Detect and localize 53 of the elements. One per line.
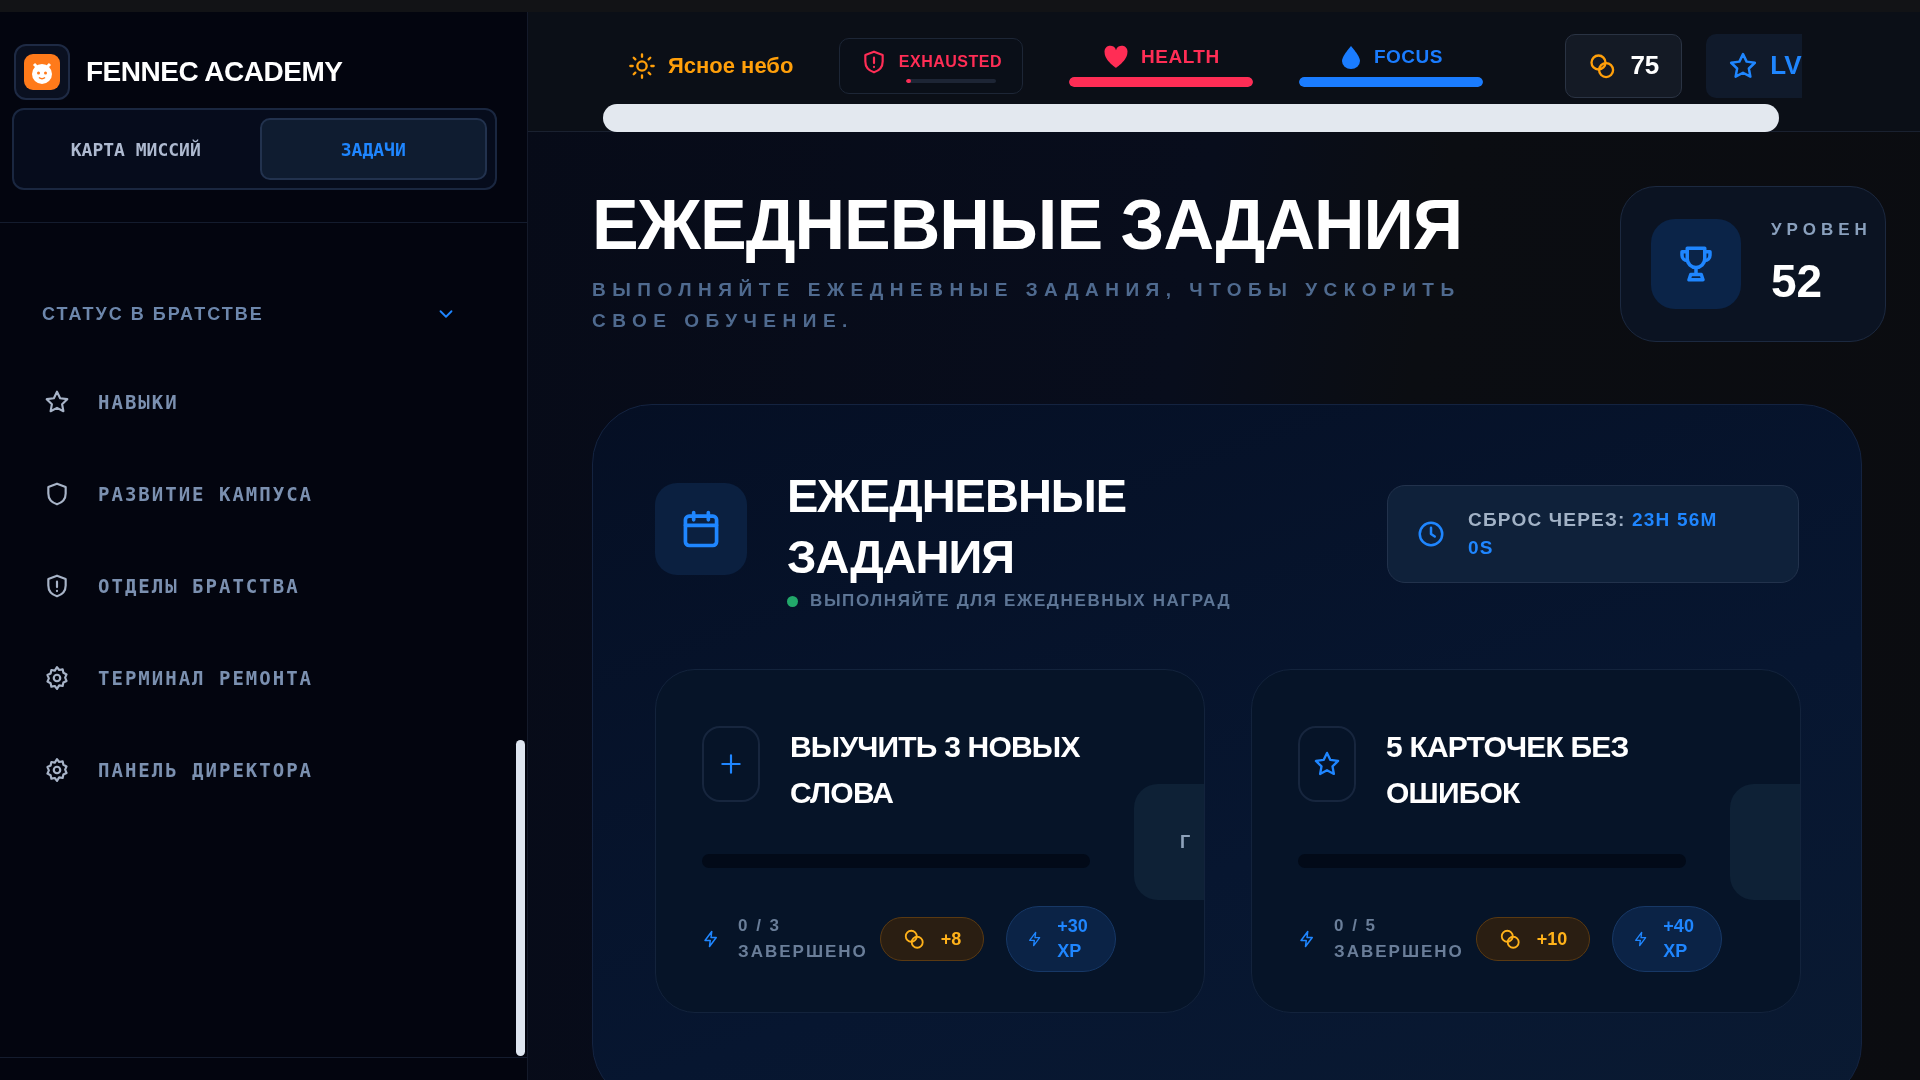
page-subtitle: ВЫПОЛНЯЙТЕ ЕЖЕДНЕВНЫЕ ЗАДАНИЯ, ЧТОБЫ УСКОРИТЬ СВОЕ ОБУЧЕНИЕ. — [592, 278, 1462, 333]
xp-reward: +40 XP — [1612, 906, 1723, 972]
coin-counter: 75 — [1565, 33, 1683, 98]
star-icon — [44, 389, 70, 415]
drop-icon — [1339, 44, 1362, 69]
fox-logo-icon — [14, 44, 70, 100]
star-icon — [1313, 750, 1341, 778]
gear-icon — [44, 665, 70, 691]
star-icon — [1728, 50, 1759, 81]
side-button[interactable]: Г — [1134, 784, 1204, 900]
heart-icon — [1103, 44, 1130, 69]
level-value: 52 — [1771, 254, 1824, 308]
task-progress-text: 0 / 3 ЗАВЕРШЕНО — [738, 915, 868, 963]
scrollbar[interactable] — [516, 740, 525, 1056]
coin-reward: +10 — [1475, 917, 1591, 961]
sun-icon — [628, 51, 656, 80]
stat-label: HEALTH — [1141, 45, 1220, 68]
nav-item[interactable]: ТЕРМИНАЛ РЕМОНТА — [44, 665, 527, 691]
card-title: ЕЖЕДНЕВНЫЕ ЗАДАНИЯ — [787, 468, 1128, 585]
mode-tab[interactable]: КАРТА МИССИЙ — [22, 118, 250, 180]
gear-icon — [44, 757, 70, 783]
nav-item[interactable]: ОТДЕЛЫ БРАТСТВА — [44, 573, 527, 599]
trophy-icon — [1651, 219, 1741, 309]
app-name: FENNEC ACADEMY — [86, 56, 343, 88]
mode-tab[interactable]: ЗАДАЧИ — [259, 118, 487, 180]
card-hint: ВЫПОЛНЯЙТЕ ДЛЯ ЕЖЕДНЕВНЫХ НАГРАД — [810, 591, 1232, 611]
nav-item[interactable]: ПАНЕЛЬ ДИРЕКТОРА — [44, 757, 527, 783]
coin-reward: +8 — [879, 917, 985, 961]
coins-icon — [1498, 928, 1521, 950]
level-label: УРОВЕН — [1771, 220, 1872, 240]
task-title: ВЫУЧИТЬ 3 НОВЫХ СЛОВА — [790, 729, 1081, 811]
shield-alert-icon — [44, 573, 70, 599]
nav-item[interactable]: РАЗВИТИЕ КАМПУСА — [44, 481, 527, 507]
coins-icon — [902, 928, 925, 950]
calendar-icon — [655, 483, 747, 575]
reset-timer: СБРОС ЧЕРЕЗ: 23H 56M 0S — [1387, 485, 1799, 583]
stat-label: FOCUS — [1373, 45, 1443, 68]
bolt-icon — [1298, 930, 1316, 948]
status-dot — [787, 595, 798, 607]
xp-reward: +30 XP — [1006, 906, 1117, 972]
shield-icon — [44, 481, 70, 507]
plus-icon — [718, 751, 744, 777]
scrollbar[interactable] — [603, 104, 1779, 132]
nav-item[interactable]: НАВЫКИ — [44, 389, 527, 415]
section-toggle[interactable]: СТАТУС В БРАТСТВЕ — [42, 303, 457, 325]
weather-label: Ясное небо — [668, 52, 794, 79]
clock-icon — [1416, 519, 1446, 549]
level-chip: LV — [1706, 33, 1803, 98]
bolt-icon — [702, 930, 720, 948]
task-progress-text: 0 / 5 ЗАВЕРШЕНО — [1334, 915, 1464, 963]
task-title: 5 КАРТОЧЕК БЕЗ ОШИБОК — [1386, 729, 1630, 811]
stat-label: EXHAUSTED — [898, 52, 1002, 71]
coins-icon — [1588, 51, 1617, 80]
